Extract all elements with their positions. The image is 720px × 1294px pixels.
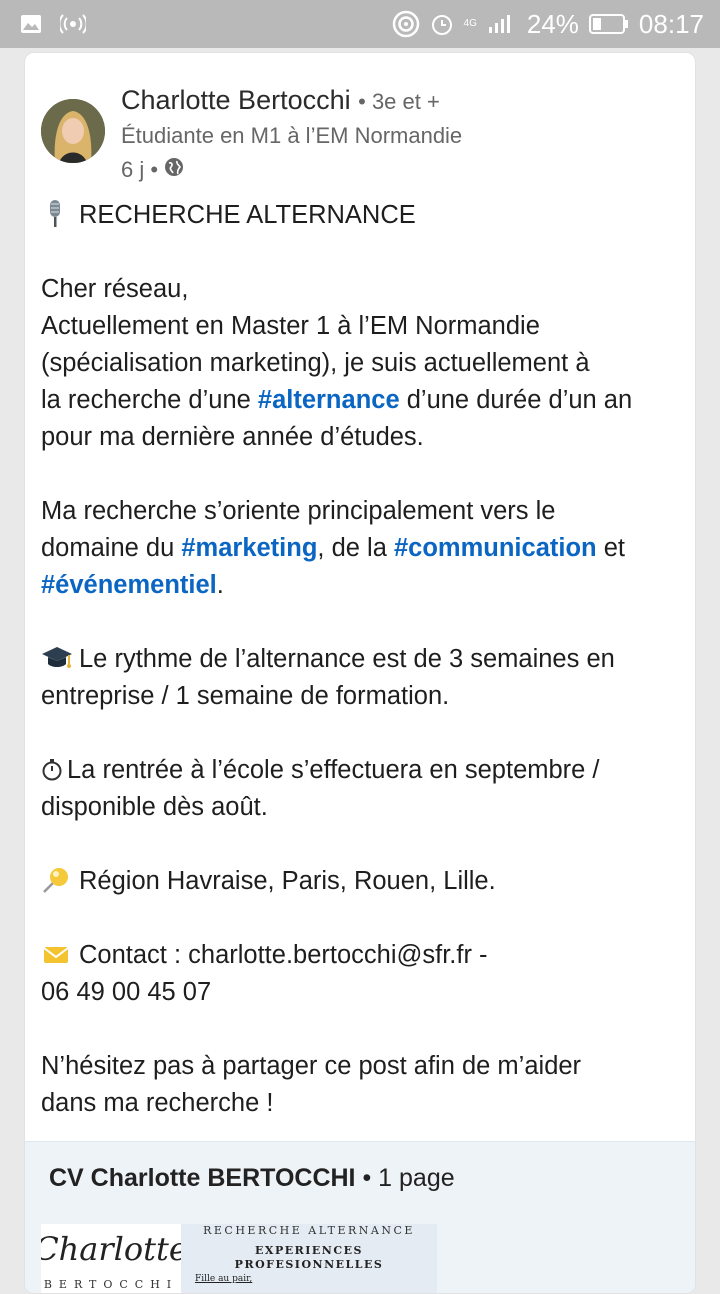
post-line: Contact : charlotte.bertocchi@sfr.fr - [41, 937, 681, 974]
author-name[interactable]: Charlotte Bertocchi [121, 85, 351, 115]
post-meta: 6 j • [121, 157, 184, 183]
hashtag-evenementiel[interactable]: #événementiel [41, 571, 217, 599]
post-line: Le rythme de l’alternance est de 3 semai… [41, 641, 681, 678]
post-line: Région Havraise, Paris, Rouen, Lille. [41, 863, 681, 900]
broadcast-icon [60, 14, 86, 34]
connection-degree: • 3e et + [358, 89, 440, 114]
post-text: RECHERCHE ALTERNANCE Cher réseau, Actuel… [41, 197, 681, 1122]
battery-icon [588, 13, 629, 35]
cv-section-title: EXPERIENCES PROFESIONNELLES [234, 1244, 384, 1271]
clock: 08:17 [638, 8, 704, 39]
post-line: la recherche d’une #alternance d’une dur… [41, 386, 633, 414]
cv-header-panel: RECHERCHE ALTERNANCE EXPERIENCES PROFESI… [181, 1224, 437, 1293]
alarm-icon [430, 12, 454, 36]
post-line: dans ma recherche ! [41, 1089, 274, 1117]
microphone-icon [41, 199, 71, 229]
post-line: 06 49 00 45 07 [41, 978, 212, 1006]
signal-icon [487, 13, 517, 35]
cv-heading: RECHERCHE ALTERNANCE [203, 1224, 415, 1237]
document-attachment[interactable]: CV Charlotte BERTOCCHI • 1 page Charlott… [25, 1141, 695, 1293]
envelope-icon [41, 939, 71, 969]
document-preview[interactable]: Charlotte BERTOCCHI RECHERCHE ALTERNANCE… [41, 1224, 437, 1293]
hashtag-alternance[interactable]: #alternance [258, 386, 400, 414]
post-line: entreprise / 1 semaine de formation. [41, 682, 450, 710]
hashtag-communication[interactable]: #communication [394, 534, 597, 562]
stopwatch-icon [41, 754, 63, 784]
avatar[interactable] [41, 99, 105, 163]
graduation-cap-icon [41, 643, 72, 673]
post-line: RECHERCHE ALTERNANCE [41, 197, 681, 234]
post-line: domaine du #marketing, de la #communicat… [41, 534, 625, 562]
globe-icon [164, 157, 184, 183]
author-headline: Étudiante en M1 à l’EM Normandie [121, 123, 463, 148]
post-line: N’hésitez pas à partager ce post afin de… [41, 1052, 582, 1080]
pushpin-icon [41, 865, 71, 895]
post-line: La rentrée à l’école s’effectuera en sep… [41, 752, 681, 789]
post-line: Ma recherche s’oriente principalement ve… [41, 497, 556, 525]
post-line: Cher réseau, [41, 275, 189, 303]
post-line: pour ma dernière année d’études. [41, 423, 424, 451]
battery-percent: 24% [526, 8, 579, 39]
document-title: CV Charlotte BERTOCCHI • 1 page [49, 1164, 455, 1192]
post-card: Charlotte Bertocchi • 3e et + Étudiante … [24, 52, 696, 1294]
author-line: Charlotte Bertocchi • 3e et + [121, 85, 440, 116]
hashtag-marketing[interactable]: #marketing [181, 534, 317, 562]
post-line: #événementiel. [41, 571, 224, 599]
image-notification-icon [20, 14, 42, 34]
post-line: (spécialisation marketing), je suis actu… [41, 349, 590, 377]
post-line: disponible dès août. [41, 793, 268, 821]
hotspot-icon [392, 10, 420, 38]
status-bar: 4G 24% 08:17 [0, 0, 720, 48]
network-type: 4G [463, 18, 477, 29]
post-line: Actuellement en Master 1 à l’EM Normandi… [41, 312, 540, 340]
cv-list-item: Fille au pair, [195, 1274, 253, 1284]
post-time: 6 j • [121, 157, 159, 182]
